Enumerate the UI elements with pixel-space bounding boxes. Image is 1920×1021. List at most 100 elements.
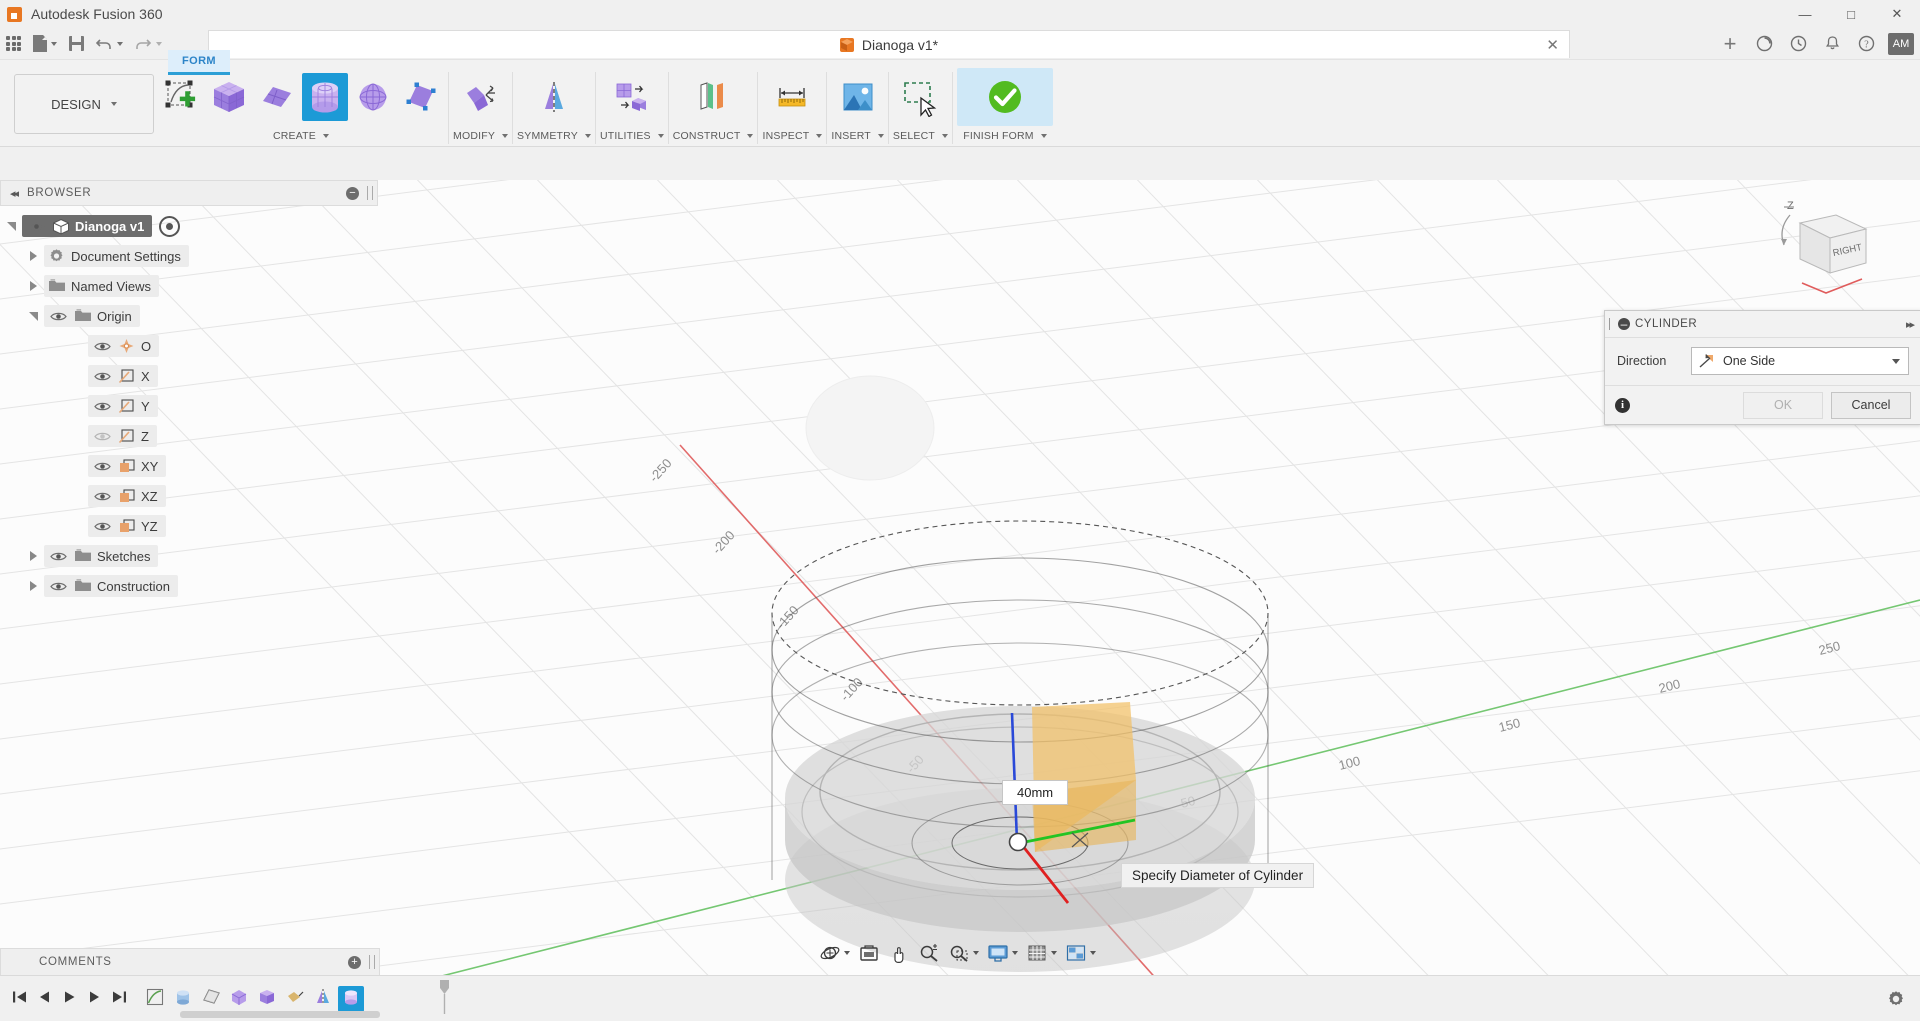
- panel-resize-grip[interactable]: [369, 955, 375, 969]
- create-sketch-button[interactable]: [158, 73, 204, 121]
- help-button[interactable]: ?: [1850, 28, 1882, 59]
- timeline-marker[interactable]: [440, 980, 449, 1014]
- dialog-drag-grip[interactable]: [1609, 318, 1613, 330]
- go-to-end-button[interactable]: [108, 987, 130, 1011]
- visibility-toggle[interactable]: [92, 429, 112, 443]
- minimize-button[interactable]: —: [1782, 0, 1828, 28]
- panel-select-label[interactable]: SELECT: [893, 128, 948, 144]
- timeline-node-form-feature[interactable]: [226, 986, 252, 1012]
- browser-item-o[interactable]: O: [0, 331, 378, 361]
- browser-item-content[interactable]: XY: [88, 455, 167, 477]
- browser-item-content[interactable]: Document Settings: [44, 245, 189, 267]
- visibility-toggle[interactable]: [92, 369, 112, 383]
- panel-finish-label[interactable]: FINISH FORM: [963, 128, 1047, 144]
- expander-closed-icon[interactable]: [22, 581, 44, 591]
- timeline-node-cylinder-feature[interactable]: [170, 986, 196, 1012]
- timeline-node-plane-feature[interactable]: [198, 986, 224, 1012]
- browser-item-sketches[interactable]: Sketches: [0, 541, 378, 571]
- minus-circle-icon[interactable]: –: [1618, 318, 1630, 330]
- panel-utilities-label[interactable]: UTILITIES: [600, 128, 664, 144]
- step-forward-button[interactable]: [83, 987, 105, 1011]
- collapse-left-icon[interactable]: ◂◂: [10, 187, 19, 200]
- edit-form-button[interactable]: [458, 73, 504, 121]
- visibility-toggle[interactable]: [26, 219, 46, 233]
- visibility-toggle[interactable]: [92, 339, 112, 353]
- browser-item-xy[interactable]: XY: [0, 451, 378, 481]
- timeline-node-sketch-feature[interactable]: [142, 986, 168, 1012]
- pan-button[interactable]: [884, 938, 914, 968]
- view-cube[interactable]: Z RIGHT: [1760, 195, 1880, 305]
- undo-button[interactable]: [90, 28, 129, 59]
- timeline-node-mirror-feature[interactable]: [310, 986, 336, 1012]
- close-icon[interactable]: ✕: [1546, 36, 1559, 54]
- browser-item-content[interactable]: Origin: [44, 305, 140, 327]
- data-panel-button[interactable]: [0, 28, 27, 59]
- activate-component-icon[interactable]: [159, 215, 181, 237]
- panel-resize-grip[interactable]: [367, 186, 373, 200]
- plus-circle-icon[interactable]: +: [348, 955, 361, 969]
- browser-item-content[interactable]: Y: [88, 395, 158, 417]
- expander-open-icon[interactable]: [0, 221, 22, 231]
- recent-button[interactable]: [1782, 28, 1814, 59]
- plane-button[interactable]: [254, 73, 300, 121]
- avatar[interactable]: AM: [1888, 32, 1914, 55]
- orbit-button[interactable]: [815, 938, 854, 968]
- new-document-button[interactable]: [27, 28, 63, 59]
- dimension-input-chip[interactable]: 40mm: [1002, 780, 1069, 805]
- quadball-button[interactable]: [398, 73, 444, 121]
- convert-button[interactable]: [609, 73, 655, 121]
- browser-item-document-settings[interactable]: Document Settings: [0, 241, 378, 271]
- browser-item-content[interactable]: O: [88, 335, 160, 357]
- panel-inspect-label[interactable]: INSPECT: [762, 128, 823, 144]
- step-back-button[interactable]: [33, 987, 55, 1011]
- offset-plane-button[interactable]: [690, 73, 736, 121]
- add-tab-button[interactable]: +: [1714, 28, 1746, 59]
- browser-item-content[interactable]: Named Views: [44, 275, 159, 297]
- expand-right-icon[interactable]: ▸▸: [1906, 318, 1915, 331]
- minus-circle-icon[interactable]: −: [346, 186, 359, 200]
- timeline-node-edit-form-feature[interactable]: [282, 986, 308, 1012]
- visibility-toggle[interactable]: [92, 489, 112, 503]
- browser-item-z[interactable]: Z: [0, 421, 378, 451]
- display-settings-button[interactable]: [983, 938, 1022, 968]
- info-icon[interactable]: i: [1615, 397, 1630, 413]
- browser-item-named-views[interactable]: Named Views: [0, 271, 378, 301]
- ok-button[interactable]: OK: [1743, 391, 1823, 419]
- panel-construct-label[interactable]: CONSTRUCT: [673, 128, 754, 144]
- expander-closed-icon[interactable]: [22, 551, 44, 561]
- browser-item-content[interactable]: X: [88, 365, 158, 387]
- visibility-toggle[interactable]: [92, 459, 112, 473]
- cancel-button[interactable]: Cancel: [1831, 391, 1911, 419]
- panel-modify-label[interactable]: MODIFY: [453, 128, 509, 144]
- sphere-button[interactable]: [350, 73, 396, 121]
- browser-item-y[interactable]: Y: [0, 391, 378, 421]
- go-to-beginning-button[interactable]: [8, 987, 30, 1011]
- tab-form[interactable]: FORM: [168, 50, 230, 75]
- zoom-button[interactable]: [914, 938, 944, 968]
- notifications-button[interactable]: [1816, 28, 1848, 59]
- visibility-toggle[interactable]: [92, 519, 112, 533]
- play-button[interactable]: [58, 987, 80, 1011]
- timeline-scrollbar[interactable]: [180, 1011, 380, 1018]
- zoom-window-button[interactable]: [944, 938, 983, 968]
- expander-closed-icon[interactable]: [22, 281, 44, 291]
- workspace-switcher[interactable]: DESIGN: [14, 74, 154, 134]
- browser-item-xz[interactable]: XZ: [0, 481, 378, 511]
- redo-button[interactable]: [129, 28, 168, 59]
- measure-button[interactable]: [769, 73, 815, 121]
- browser-item-content[interactable]: Sketches: [44, 545, 159, 567]
- browser-item-content[interactable]: Construction: [44, 575, 178, 597]
- insert-canvas-button[interactable]: [835, 73, 881, 121]
- save-button[interactable]: [63, 28, 90, 59]
- grid-settings-button[interactable]: [1022, 938, 1061, 968]
- dialog-header[interactable]: – CYLINDER ▸▸: [1605, 311, 1920, 338]
- panel-symmetry-label[interactable]: SYMMETRY: [517, 128, 591, 144]
- direction-dropdown[interactable]: One Side: [1691, 347, 1909, 375]
- select-button[interactable]: [897, 73, 943, 121]
- cylinder-button[interactable]: [302, 73, 348, 121]
- finish-form-button[interactable]: [956, 68, 1053, 126]
- browser-item-construction[interactable]: Construction: [0, 571, 378, 601]
- look-at-button[interactable]: [854, 938, 884, 968]
- viewports-button[interactable]: [1061, 938, 1100, 968]
- visibility-toggle[interactable]: [48, 579, 68, 593]
